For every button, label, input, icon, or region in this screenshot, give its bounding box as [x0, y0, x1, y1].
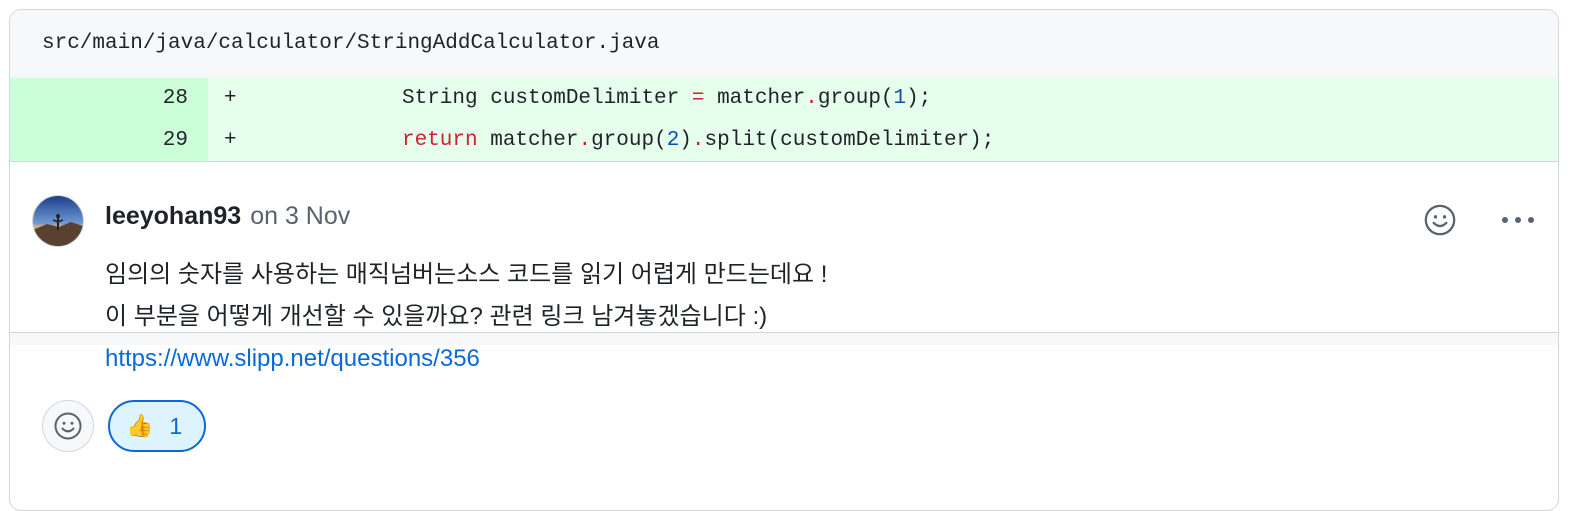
comment-date[interactable]: on 3 Nov: [250, 202, 350, 231]
comment-link[interactable]: https://www.slipp.net/questions/356: [105, 345, 480, 372]
code-operator: =: [691, 87, 705, 110]
diff-marker: +: [224, 87, 237, 110]
code-number: 2: [666, 128, 680, 152]
diff-line: 29 + return matcher.group(2).split(custo…: [10, 119, 1558, 161]
review-comment-card: src/main/java/calculator/StringAddCalcul…: [9, 9, 1559, 511]
more-options-button[interactable]: [1498, 200, 1538, 240]
code-token: String customDelimiter: [402, 87, 692, 110]
line-number[interactable]: 29: [10, 119, 208, 161]
code-token: matcher: [704, 87, 806, 110]
code-line: return matcher.group(2).split(customDeli…: [254, 129, 994, 152]
file-path-header: src/main/java/calculator/StringAddCalcul…: [10, 10, 1558, 77]
code-token: );: [906, 87, 932, 110]
comment-body: 임의의 숫자를 사용하는 매직넘버는소스 코드를 읽기 어렵게 만드는데요 ! …: [105, 254, 827, 380]
avatar[interactable]: [32, 195, 84, 247]
smiley-icon: [54, 412, 82, 440]
code-operator: .: [578, 128, 592, 152]
add-reaction-button[interactable]: [1420, 200, 1460, 240]
code-operator: .: [691, 128, 705, 152]
reactions-bar: 👍 1: [42, 400, 207, 452]
code-token: ): [679, 128, 692, 152]
code-operator: .: [805, 87, 818, 110]
comment-footer-divider: [10, 332, 1558, 345]
code-token: group(: [591, 128, 667, 152]
author-name[interactable]: leeyohan93: [105, 202, 241, 231]
avatar-image: [33, 196, 83, 246]
thumbs-up-icon: 👍: [126, 413, 154, 438]
file-path[interactable]: src/main/java/calculator/StringAddCalcul…: [42, 32, 660, 55]
diff-marker: +: [224, 128, 237, 152]
line-number[interactable]: 28: [10, 78, 208, 119]
diff-line: 28 + String customDelimiter = matcher.gr…: [10, 77, 1558, 119]
thumbs-up-reaction-button[interactable]: 👍 1: [108, 400, 207, 452]
code-number: 1: [893, 87, 907, 110]
code-line: String customDelimiter = matcher.group(1…: [254, 87, 931, 110]
kebab-horizontal-icon: [1502, 217, 1534, 223]
smiley-icon: [1424, 204, 1456, 236]
comment: leeyohan93 on 3 Nov 임의의 숫자를 사용하는 매직넘버는소스…: [10, 162, 1558, 492]
add-reaction-circle-button[interactable]: [42, 400, 94, 452]
code-keyword: return: [402, 128, 478, 152]
code-token: split(customDelimiter);: [704, 128, 995, 152]
code-token: matcher: [477, 128, 579, 152]
code-token: group(: [817, 87, 894, 110]
comment-header: leeyohan93 on 3 Nov: [105, 202, 350, 231]
comment-actions: [1420, 200, 1538, 240]
reaction-count: 1: [169, 412, 183, 439]
diff-hunk: 28 + String customDelimiter = matcher.gr…: [10, 77, 1558, 162]
comment-text-line: 임의의 숫자를 사용하는 매직넘버는소스 코드를 읽기 어렵게 만드는데요 !: [105, 261, 828, 288]
